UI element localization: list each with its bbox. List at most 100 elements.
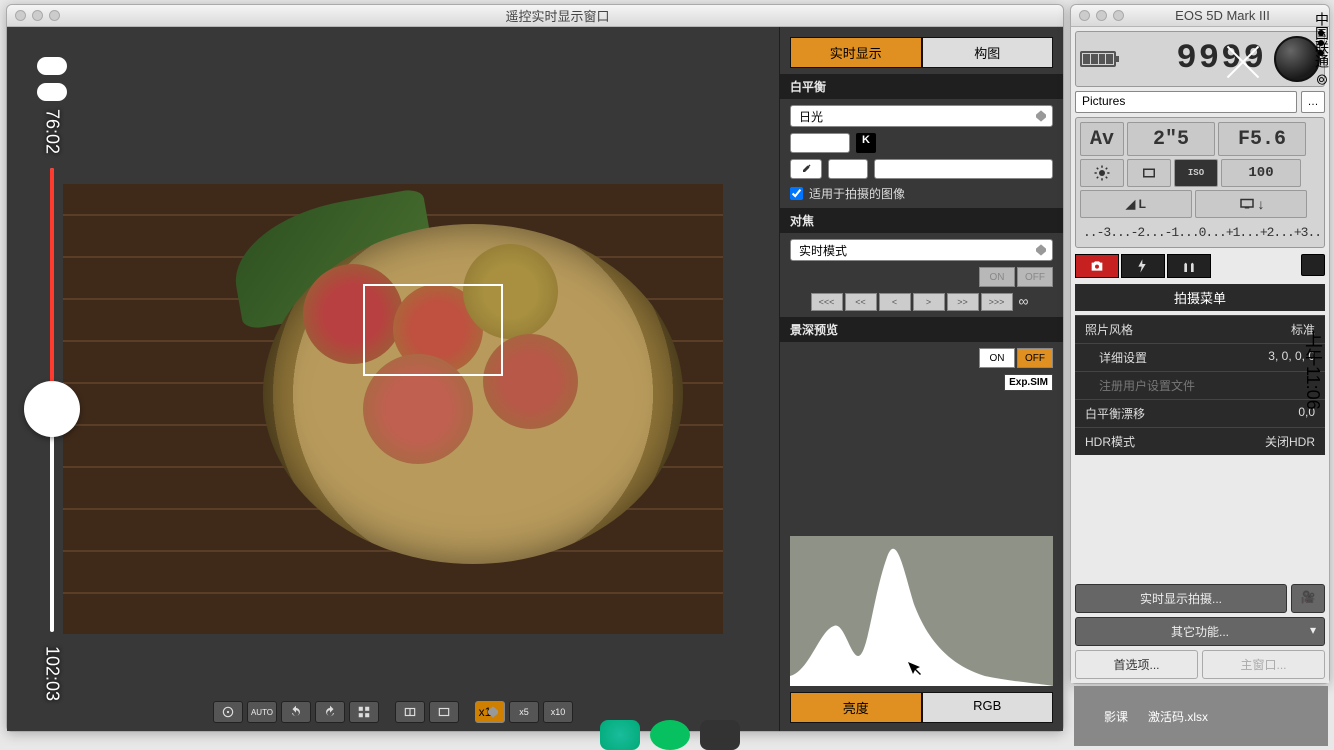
scrubber-cap bbox=[37, 83, 67, 101]
menu-label: HDR模式 bbox=[1085, 433, 1135, 450]
func-tab-shoot[interactable] bbox=[1075, 254, 1119, 278]
mode-dial[interactable]: Av bbox=[1080, 122, 1124, 156]
menu-row[interactable]: 详细设置3, 0, 0, 0 bbox=[1075, 343, 1325, 371]
folder-name[interactable]: Pictures bbox=[1075, 91, 1297, 113]
preferences-button[interactable]: 首选项... bbox=[1075, 650, 1198, 679]
wb-preset-select[interactable]: 日光 bbox=[790, 105, 1053, 127]
folder-row: Pictures … bbox=[1075, 91, 1325, 113]
focus-near2-button[interactable]: >> bbox=[947, 293, 979, 311]
aspect-1-icon[interactable] bbox=[395, 701, 425, 723]
focus-near1-button[interactable]: > bbox=[913, 293, 945, 311]
func-tab-tools[interactable] bbox=[1167, 254, 1211, 278]
dof-on-button[interactable]: ON bbox=[979, 348, 1015, 368]
tab-liveview[interactable]: 实时显示 bbox=[790, 37, 922, 68]
zoom-5x-button[interactable]: x5 bbox=[509, 701, 539, 723]
iso-value[interactable]: 100 bbox=[1221, 159, 1301, 187]
live-titlebar[interactable]: 遥控实时显示窗口 bbox=[7, 5, 1063, 27]
dock-wechat-icon[interactable] bbox=[650, 720, 690, 750]
zoom-1x-button[interactable]: x1 bbox=[475, 701, 505, 723]
focus-mode-select[interactable]: 实时模式 bbox=[790, 239, 1053, 261]
rotate-ccw-icon[interactable] bbox=[281, 701, 311, 723]
wb-dropdown-small[interactable] bbox=[828, 159, 868, 179]
drive-mode-icon[interactable] bbox=[1127, 159, 1171, 187]
eos-window-title: EOS 5D Mark III bbox=[1124, 8, 1321, 23]
wb-preset-value: 日光 bbox=[799, 108, 823, 125]
time-current: 76:02 bbox=[42, 109, 63, 154]
scrubber-thumb[interactable] bbox=[24, 381, 80, 437]
close-icon[interactable] bbox=[1220, 40, 1264, 84]
hist-brightness-tab[interactable]: 亮度 bbox=[790, 692, 922, 723]
aspect-2-icon[interactable] bbox=[429, 701, 459, 723]
wb-sun-icon[interactable] bbox=[1080, 159, 1124, 187]
desktop-file-1[interactable]: 影课 bbox=[1104, 708, 1128, 725]
rotate-cw-icon[interactable] bbox=[315, 701, 345, 723]
scrubber-cap bbox=[37, 57, 67, 75]
shutter-speed[interactable]: 2"5 bbox=[1127, 122, 1215, 156]
liveview-shoot-button[interactable]: 实时显示拍摄... bbox=[1075, 584, 1287, 613]
focus-rectangle[interactable] bbox=[363, 284, 503, 376]
preview-image[interactable] bbox=[63, 184, 723, 634]
menu-row[interactable]: HDR模式关闭HDR bbox=[1075, 427, 1325, 455]
shooting-menu-title: 拍摄菜单 bbox=[1075, 284, 1325, 311]
menu-label: 白平衡漂移 bbox=[1085, 405, 1145, 422]
focus-far3-button[interactable]: <<< bbox=[811, 293, 843, 311]
aperture-value[interactable]: F5.6 bbox=[1218, 122, 1306, 156]
focus-near3-button[interactable]: >>> bbox=[981, 293, 1013, 311]
live-view-window: 遥控实时显示窗口 AUTO x1 bbox=[6, 4, 1064, 732]
hist-rgb-tab[interactable]: RGB bbox=[922, 692, 1054, 723]
carrier-label: 中国联通 bbox=[1312, 12, 1332, 68]
menu-row[interactable]: 照片风格标准 bbox=[1075, 315, 1325, 343]
tab-compose[interactable]: 构图 bbox=[922, 37, 1054, 68]
dof-off-button[interactable]: OFF bbox=[1017, 348, 1053, 368]
lcd-panel: 9999 bbox=[1075, 31, 1325, 87]
grid-icon[interactable] bbox=[349, 701, 379, 723]
func-tab-flash[interactable] bbox=[1121, 254, 1165, 278]
exposure-panel: Av 2"5 F5.6 ISO 100 ◢ L ↓ ..-3...-2...-1… bbox=[1075, 117, 1325, 248]
scrubber-fill bbox=[50, 168, 54, 409]
focus-far1-button[interactable]: < bbox=[879, 293, 911, 311]
panel-tabs: 实时显示 构图 bbox=[790, 37, 1053, 68]
infinity-icon: ∞ bbox=[1015, 293, 1033, 311]
save-pc-icon[interactable]: ↓ bbox=[1195, 190, 1307, 218]
video-icon[interactable]: 🎥 bbox=[1291, 584, 1325, 613]
zoom-10x-button[interactable]: x10 bbox=[543, 701, 573, 723]
focus-off-button[interactable]: OFF bbox=[1017, 267, 1053, 287]
menu-row[interactable]: 白平衡漂移0,0 bbox=[1075, 399, 1325, 427]
histogram-tabs: 亮度 RGB bbox=[790, 692, 1053, 723]
time-total: 102:03 bbox=[42, 646, 63, 701]
main-window-button[interactable]: 主窗口... bbox=[1202, 650, 1325, 679]
wb-header: 白平衡 bbox=[780, 74, 1063, 99]
desktop-file-2[interactable]: 激活码.xlsx bbox=[1148, 708, 1208, 725]
scrubber-track[interactable] bbox=[50, 168, 54, 632]
shooting-menu: 照片风格标准 详细设置3, 0, 0, 0 注册用户设置文件 白平衡漂移0,0 … bbox=[1075, 315, 1325, 455]
folder-browse-button[interactable]: … bbox=[1301, 91, 1325, 113]
wb-value-field[interactable] bbox=[874, 159, 1053, 179]
dock-app-3[interactable] bbox=[700, 720, 740, 750]
other-functions-button[interactable]: 其它功能...▾ bbox=[1075, 617, 1325, 646]
target-icon[interactable] bbox=[213, 701, 243, 723]
focus-header: 对焦 bbox=[780, 208, 1063, 233]
video-scrubber: 76:02 102:03 bbox=[37, 57, 67, 701]
exposure-meter: ..-3...-2...-1...0...+1...+2...+3.. bbox=[1080, 222, 1320, 243]
quality-icon[interactable]: ◢ L bbox=[1080, 190, 1192, 218]
func-tab-extra[interactable] bbox=[1301, 254, 1325, 276]
menu-label: 照片风格 bbox=[1085, 321, 1133, 338]
focus-mode-value: 实时模式 bbox=[799, 242, 847, 259]
dock-app-1[interactable] bbox=[600, 720, 640, 750]
eyedropper-icon[interactable] bbox=[790, 159, 822, 179]
eos-titlebar[interactable]: EOS 5D Mark III bbox=[1071, 5, 1329, 27]
traffic-lights[interactable] bbox=[1079, 10, 1124, 21]
eos-window: EOS 5D Mark III 9999 Pictures … Av 2"5 F… bbox=[1070, 4, 1330, 684]
dof-header: 景深预览 bbox=[780, 317, 1063, 342]
wb-kelvin-input[interactable] bbox=[790, 133, 850, 153]
wb-apply-input[interactable] bbox=[790, 187, 803, 200]
live-window-title: 遥控实时显示窗口 bbox=[60, 6, 1055, 25]
auto-button[interactable]: AUTO bbox=[247, 701, 277, 723]
focus-far2-button[interactable]: << bbox=[845, 293, 877, 311]
traffic-lights[interactable] bbox=[15, 10, 60, 21]
desktop-peek: 影课 激活码.xlsx bbox=[1074, 686, 1328, 746]
live-body: AUTO x1 x5 x10 76:02 bbox=[7, 27, 1063, 731]
wb-apply-checkbox[interactable]: 适用于拍摄的图像 bbox=[790, 185, 1053, 202]
focus-on-button[interactable]: ON bbox=[979, 267, 1015, 287]
dock bbox=[600, 720, 740, 750]
